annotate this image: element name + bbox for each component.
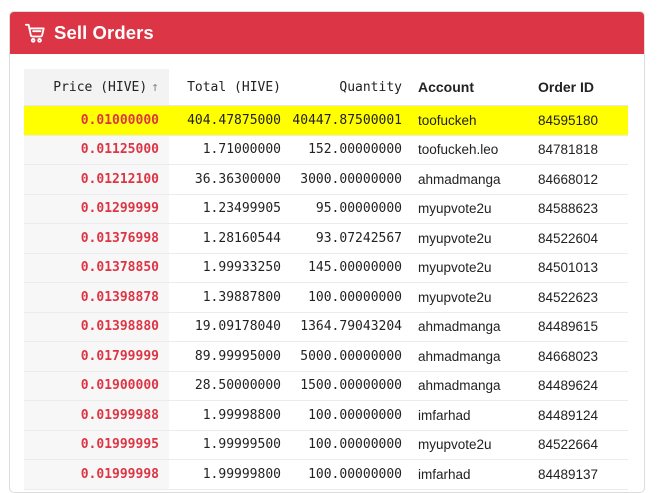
quantity-cell: 100.00000000	[289, 459, 410, 490]
table-row[interactable]: 0.01299999 1.23499905 95.00000000 myupvote2…	[24, 194, 628, 224]
orders-table-wrap: Price (HIVE) ↑ Total (HIVE) Quantity Acco…	[24, 69, 628, 490]
account-cell: imfarhad	[410, 459, 530, 490]
account-cell: imfarhad	[410, 400, 530, 431]
total-cell: 19.09178040	[169, 312, 289, 342]
table-row[interactable]: 0.01398880 19.09178040 1364.79043204 ahmadm…	[24, 312, 628, 342]
total-cell: 404.47875000	[169, 105, 289, 136]
total-cell: 1.28160544	[169, 223, 289, 254]
table-row[interactable]: 0.01378850 1.99933250 145.00000000 myupvote…	[24, 253, 628, 283]
account-cell: ahmadmanga	[410, 341, 530, 372]
account-cell: myupvote2u	[410, 430, 530, 460]
quantity-cell: 1364.79043204	[289, 312, 410, 342]
price-cell[interactable]: 0.01125000	[24, 135, 169, 165]
price-cell[interactable]: 0.01378850	[24, 253, 169, 283]
total-cell: 1.71000000	[169, 135, 289, 165]
total-cell: 1.23499905	[169, 194, 289, 224]
price-cell[interactable]: 0.01398878	[24, 282, 169, 313]
table-row[interactable]: 0.01999988 1.99998800 100.00000000 imfarhad…	[24, 400, 628, 431]
order-id-cell: 84522623	[530, 282, 628, 313]
total-cell: 36.36300000	[169, 164, 289, 195]
quantity-cell: 145.00000000	[289, 253, 410, 283]
order-id-cell: 84501013	[530, 253, 628, 283]
table-row[interactable]: 0.01999998 1.99999800 100.00000000 imfarhad…	[24, 459, 628, 490]
total-cell: 28.50000000	[169, 371, 289, 401]
table-row[interactable]: 0.01000000 404.47875000 40447.87500001 toof…	[24, 105, 628, 136]
price-cell[interactable]: 0.01376998	[24, 223, 169, 254]
table-row[interactable]: 0.01398878 1.39887800 100.00000000 myupvote…	[24, 282, 628, 313]
order-id-cell: 84588623	[530, 194, 628, 224]
price-cell[interactable]: 0.01398880	[24, 312, 169, 342]
price-cell[interactable]: 0.01999995	[24, 430, 169, 460]
card-header: Sell Orders	[10, 12, 644, 54]
sell-orders-card: Sell Orders Price (HIVE) ↑ Total (HIVE) Q…	[9, 11, 645, 493]
total-cell: 1.99999500	[169, 430, 289, 460]
quantity-cell: 3000.00000000	[289, 164, 410, 195]
quantity-cell: 100.00000000	[289, 430, 410, 460]
table-row[interactable]: 0.01999995 1.99999500 100.00000000 myupvote…	[24, 430, 628, 460]
total-cell: 1.39887800	[169, 282, 289, 313]
column-header-total[interactable]: Total (HIVE)	[169, 69, 289, 106]
order-id-cell: 84595180	[530, 105, 628, 136]
total-cell: 89.99995000	[169, 341, 289, 372]
price-cell[interactable]: 0.01999998	[24, 459, 169, 490]
price-cell[interactable]: 0.01799999	[24, 341, 169, 372]
table-row[interactable]: 0.01125000 1.71000000 152.00000000 toofucke…	[24, 135, 628, 165]
order-id-cell: 84781818	[530, 135, 628, 165]
price-cell[interactable]: 0.01299999	[24, 194, 169, 224]
quantity-cell: 95.00000000	[289, 194, 410, 224]
order-id-cell: 84668012	[530, 164, 628, 195]
price-cell[interactable]: 0.01999988	[24, 400, 169, 431]
order-id-cell: 84522604	[530, 223, 628, 254]
order-id-cell: 84522664	[530, 430, 628, 460]
table-row[interactable]: 0.01212100 36.36300000 3000.00000000 ahmadm…	[24, 164, 628, 195]
account-cell: ahmadmanga	[410, 312, 530, 342]
column-header-account[interactable]: Account	[410, 69, 530, 106]
account-cell: myupvote2u	[410, 282, 530, 313]
account-cell: myupvote2u	[410, 223, 530, 254]
order-id-cell: 84668023	[530, 341, 628, 372]
column-header-quantity[interactable]: Quantity	[289, 69, 410, 106]
order-id-cell: 84489124	[530, 400, 628, 431]
column-header-price[interactable]: Price (HIVE) ↑	[24, 69, 169, 106]
table-row[interactable]: 0.01376998 1.28160544 93.07242567 myupvote2…	[24, 223, 628, 254]
orders-table: Price (HIVE) ↑ Total (HIVE) Quantity Acco…	[24, 69, 628, 490]
quantity-cell: 40447.87500001	[289, 105, 410, 136]
table-row[interactable]: 0.01900000 28.50000000 1500.00000000 ahmadm…	[24, 371, 628, 401]
account-cell: toofuckeh.leo	[410, 135, 530, 165]
quantity-cell: 1500.00000000	[289, 371, 410, 401]
total-cell: 1.99998800	[169, 400, 289, 431]
account-cell: toofuckeh	[410, 105, 530, 136]
order-id-cell: 84489624	[530, 371, 628, 401]
card-title: Sell Orders	[54, 22, 154, 43]
order-id-cell: 84489615	[530, 312, 628, 342]
column-header-order-id[interactable]: Order ID	[530, 69, 628, 106]
account-cell: myupvote2u	[410, 253, 530, 283]
price-cell[interactable]: 0.01000000	[24, 105, 169, 136]
total-cell: 1.99933250	[169, 253, 289, 283]
quantity-cell: 152.00000000	[289, 135, 410, 165]
shopping-cart-icon	[24, 22, 46, 44]
quantity-cell: 100.00000000	[289, 400, 410, 431]
account-cell: ahmadmanga	[410, 164, 530, 195]
sort-ascending-icon[interactable]: ↑	[151, 80, 159, 95]
order-id-cell: 84489137	[530, 459, 628, 490]
price-cell[interactable]: 0.01900000	[24, 371, 169, 401]
price-cell[interactable]: 0.01212100	[24, 164, 169, 195]
quantity-cell: 5000.00000000	[289, 341, 410, 372]
account-cell: ahmadmanga	[410, 371, 530, 401]
account-cell: myupvote2u	[410, 194, 530, 224]
table-row[interactable]: 0.01799999 89.99995000 5000.00000000 ahmadm…	[24, 341, 628, 372]
table-header-row: Price (HIVE) ↑ Total (HIVE) Quantity Acco…	[24, 69, 628, 106]
quantity-cell: 93.07242567	[289, 223, 410, 254]
quantity-cell: 100.00000000	[289, 282, 410, 313]
total-cell: 1.99999800	[169, 459, 289, 490]
